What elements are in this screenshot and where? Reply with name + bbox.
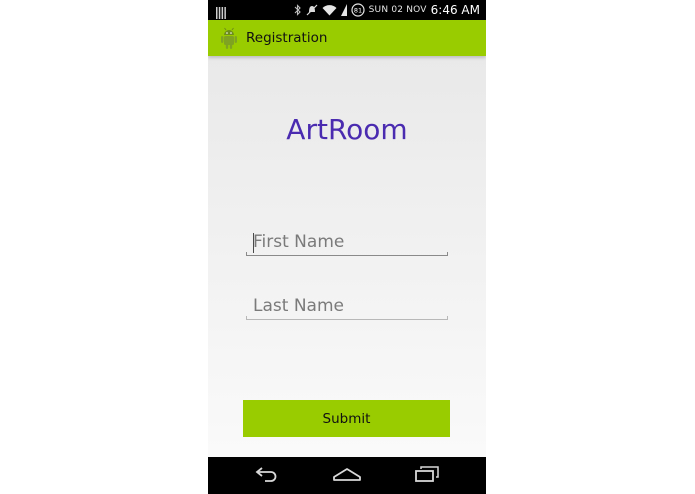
action-bar: Registration xyxy=(208,20,486,56)
status-bar: 81 SUN 02 NOV 6:46 AM xyxy=(208,0,486,20)
home-icon xyxy=(332,465,362,486)
last-name-underline xyxy=(246,316,448,320)
last-name-field-container xyxy=(246,292,448,322)
last-name-input[interactable] xyxy=(247,292,447,320)
first-name-underline xyxy=(246,252,448,256)
first-name-field-container xyxy=(246,228,448,258)
signal-strength-icon xyxy=(340,4,347,16)
back-icon xyxy=(253,465,281,486)
bluetooth-icon xyxy=(294,4,302,16)
recent-apps-icon xyxy=(413,465,441,486)
phone-screen: 81 SUN 02 NOV 6:46 AM Registration ArtRo… xyxy=(208,0,486,494)
battery-icon: 81 xyxy=(351,3,365,17)
android-icon[interactable] xyxy=(218,26,240,50)
signal-bars-icon xyxy=(216,4,226,19)
back-button[interactable] xyxy=(237,457,297,494)
mute-icon xyxy=(306,4,318,16)
first-name-input[interactable] xyxy=(247,228,447,256)
submit-button[interactable]: Submit xyxy=(243,400,450,437)
home-button[interactable] xyxy=(317,457,377,494)
text-cursor xyxy=(253,233,254,253)
status-date: SUN 02 NOV xyxy=(368,5,427,15)
battery-level: 81 xyxy=(354,7,362,15)
recent-apps-button[interactable] xyxy=(397,457,457,494)
action-bar-title: Registration xyxy=(246,30,328,46)
brand-title: ArtRoom xyxy=(286,113,408,146)
registration-form: ArtRoom Submit xyxy=(208,56,486,457)
status-time: 6:46 AM xyxy=(430,3,480,17)
navigation-bar xyxy=(208,457,486,494)
wifi-icon xyxy=(322,4,337,16)
status-icons: 81 SUN 02 NOV 6:46 AM xyxy=(294,0,480,20)
